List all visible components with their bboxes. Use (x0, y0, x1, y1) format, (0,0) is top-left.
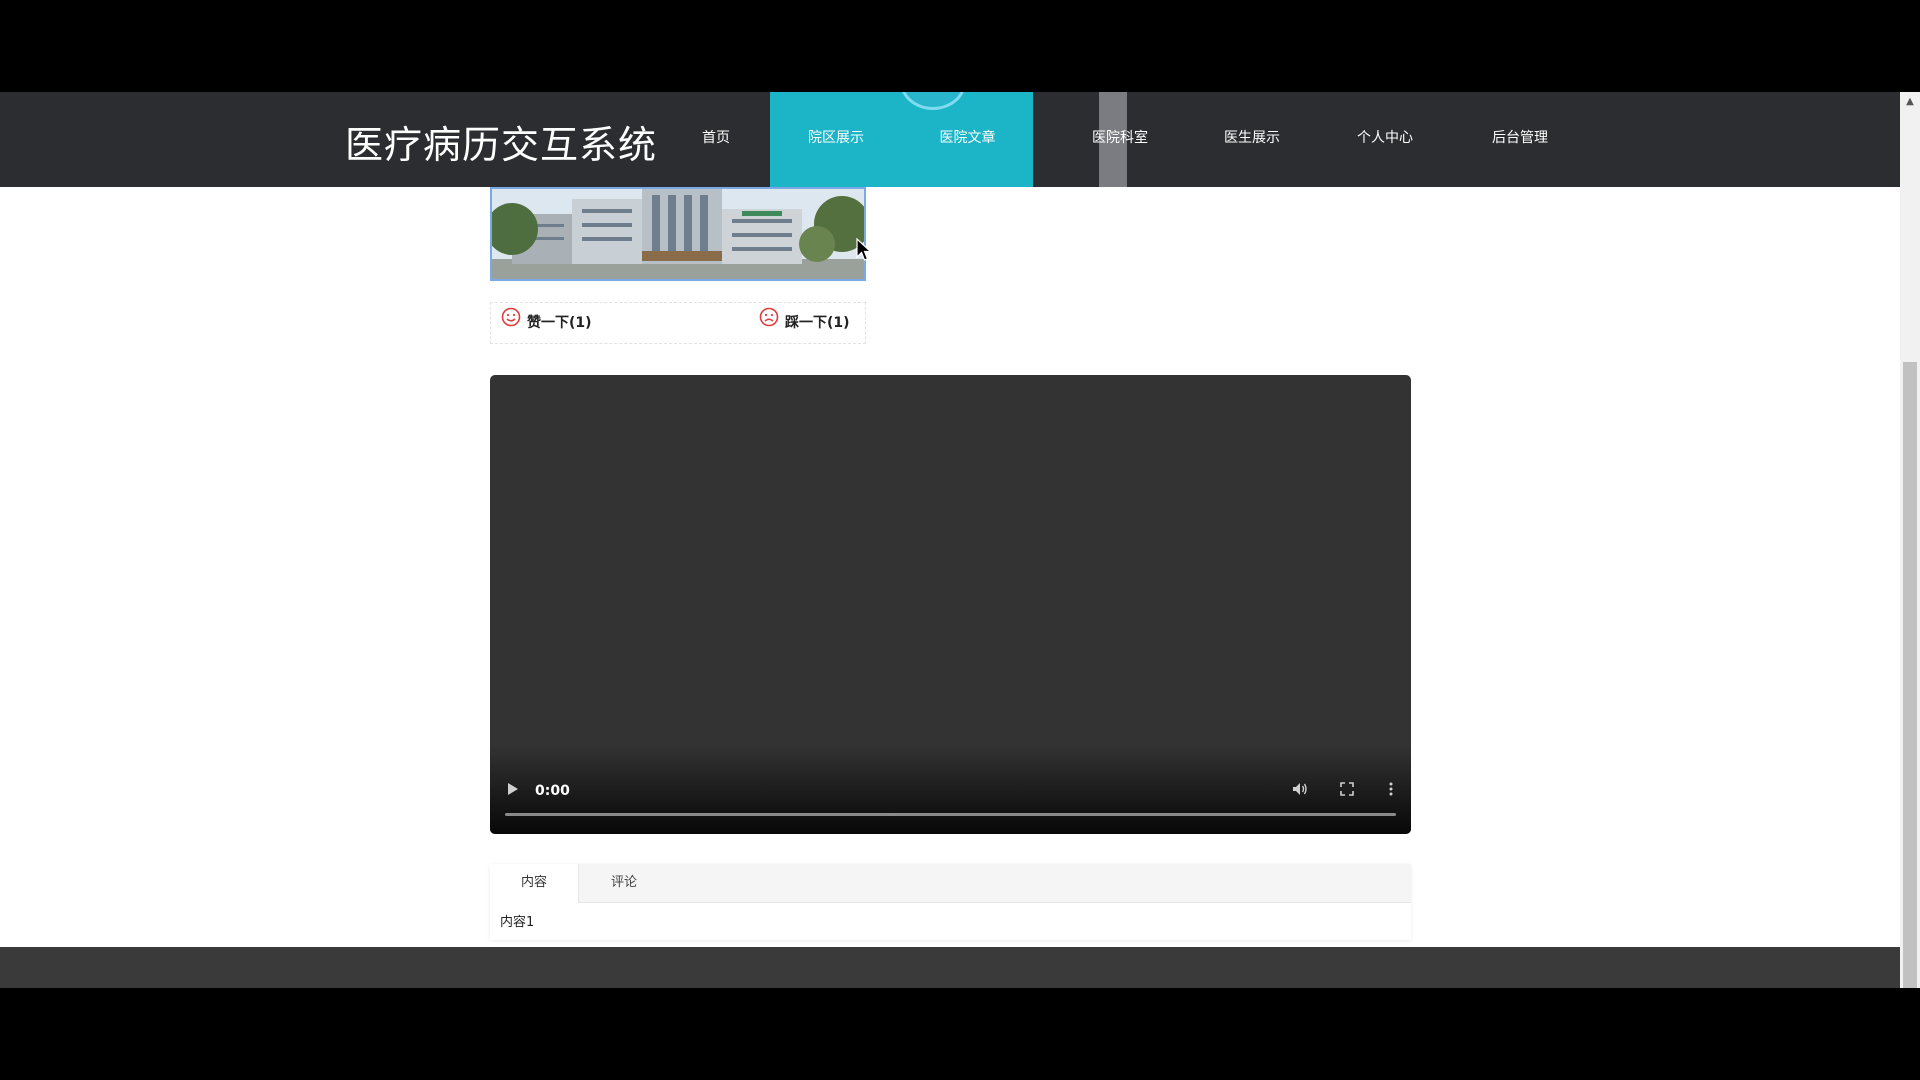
scrollbar-thumb[interactable] (1903, 362, 1917, 988)
sad-face-icon (759, 303, 779, 343)
video-controls-shade (490, 744, 1411, 834)
like-label: 赞一下(1) (527, 315, 592, 331)
tab-content-text: 内容1 (500, 915, 535, 930)
dislike-label: 踩一下(1) (785, 315, 850, 331)
nav-campus-display[interactable]: 院区展示 (770, 92, 902, 187)
vote-bar: 赞一下(1) 踩一下(1) (490, 302, 866, 344)
tab-content[interactable]: 内容 (490, 864, 579, 903)
nav-personal-center[interactable]: 个人中心 (1320, 92, 1450, 187)
nav-admin[interactable]: 后台管理 (1455, 92, 1585, 187)
dislike-button[interactable]: 踩一下(1) (759, 303, 850, 343)
smile-icon (501, 303, 521, 343)
video-player[interactable]: 0:00 (490, 375, 1411, 834)
page-footer (0, 947, 1900, 988)
hospital-building-image (492, 189, 864, 279)
scroll-up-arrow-icon[interactable]: ▲ (1900, 92, 1920, 112)
play-icon[interactable] (507, 782, 519, 800)
nav-departments[interactable]: 医院科室 (1055, 92, 1185, 187)
video-time: 0:00 (535, 783, 570, 799)
tab-comments[interactable]: 评论 (578, 864, 670, 902)
page-scrollbar[interactable]: ▲ (1900, 92, 1920, 988)
detail-tabs: 内容 评论 内容1 (490, 864, 1411, 940)
top-navbar: 医疗病历交互系统 首页 院区展示 医院文章 医院科室 医生展示 个人中心 后台管… (0, 92, 1900, 187)
mouse-cursor-icon (856, 237, 873, 266)
video-progress-bar[interactable] (505, 813, 1396, 816)
volume-icon[interactable] (1292, 782, 1308, 800)
nav-doctors[interactable]: 医生展示 (1187, 92, 1317, 187)
nav-home[interactable]: 首页 (680, 92, 752, 187)
tab-bar: 内容 评论 (490, 864, 1411, 903)
fullscreen-icon[interactable] (1340, 782, 1354, 800)
more-options-icon[interactable] (1389, 782, 1393, 800)
like-button[interactable]: 赞一下(1) (501, 303, 592, 343)
main-nav: 首页 院区展示 医院文章 医院科室 医生展示 个人中心 后台管理 (0, 92, 1900, 187)
campus-photo[interactable] (490, 187, 866, 281)
page-viewport: 医疗病历交互系统 首页 院区展示 医院文章 医院科室 医生展示 个人中心 后台管… (0, 92, 1900, 988)
